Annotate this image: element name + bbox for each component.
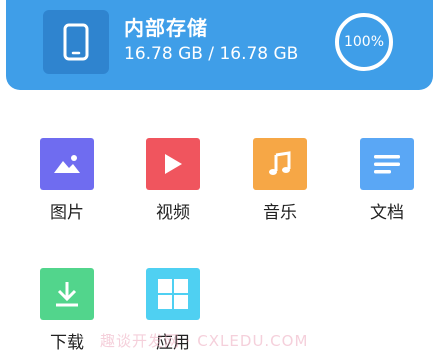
category-music[interactable]: 音乐 [237, 138, 323, 223]
image-icon [40, 138, 94, 190]
watermark: 趣谈开发网 · CXLEDU.COM [100, 332, 309, 350]
storage-usage-ring: 100% [335, 13, 393, 71]
phone-icon [43, 10, 109, 74]
document-icon [360, 138, 414, 190]
category-images[interactable]: 图片 [24, 138, 110, 223]
storage-percent-text: 100% [343, 34, 385, 50]
storage-size-text: 16.78 GB / 16.78 GB [124, 44, 299, 64]
apps-grid-icon [146, 268, 200, 320]
internal-storage-card[interactable]: 内部存储 16.78 GB / 16.78 GB 100% [6, 0, 433, 90]
play-icon [146, 138, 200, 190]
category-label: 下载 [50, 333, 84, 353]
category-label: 图片 [50, 203, 84, 223]
music-note-icon [253, 138, 307, 190]
category-videos[interactable]: 视频 [130, 138, 216, 223]
category-label: 文档 [370, 203, 404, 223]
category-documents[interactable]: 文档 [344, 138, 430, 223]
category-label: 视频 [156, 203, 190, 223]
download-icon [40, 268, 94, 320]
storage-title: 内部存储 [124, 16, 208, 40]
category-downloads[interactable]: 下载 [24, 268, 110, 353]
category-label: 音乐 [263, 203, 297, 223]
